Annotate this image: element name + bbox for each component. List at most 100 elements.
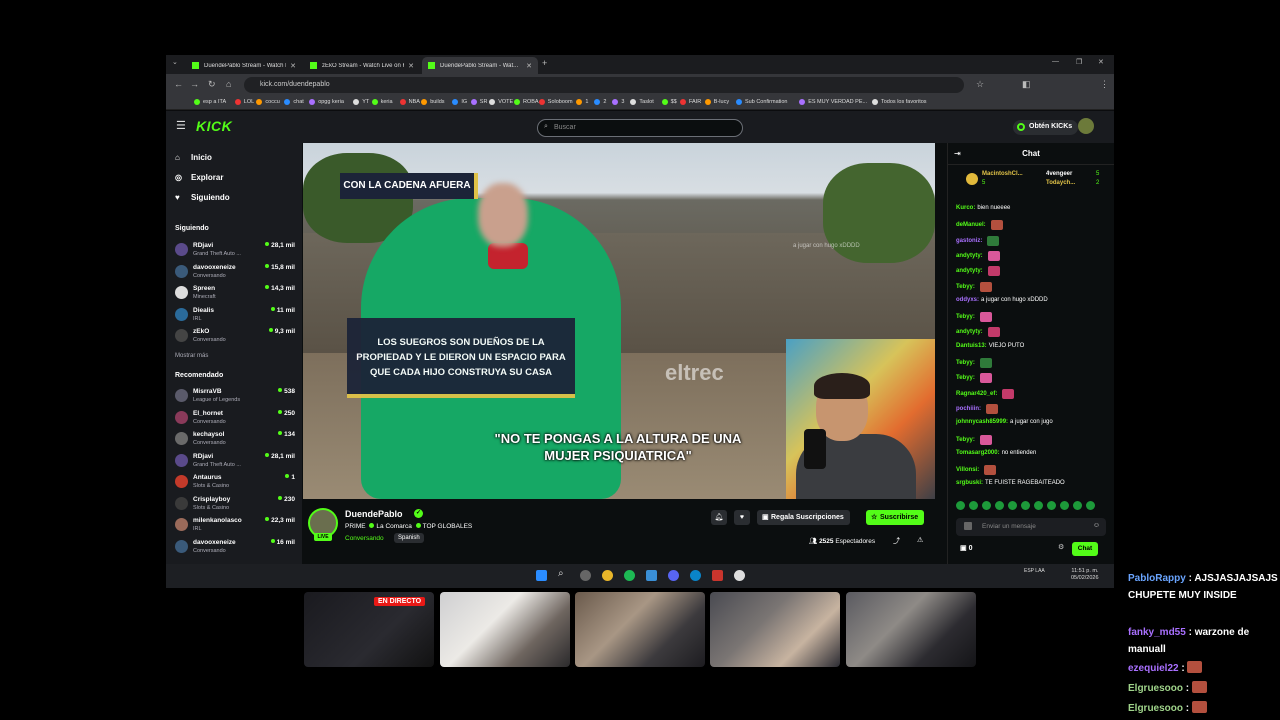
emote-icon[interactable] [995,501,1004,510]
bookmark-item[interactable]: YT [353,99,369,105]
browser-tab-1[interactable]: DuendePablo Stream - Watch L... ✕ [186,57,302,74]
bookmark-item[interactable]: ES MUY VERDAD PE... [799,99,867,105]
extensions-icon[interactable]: ◧ [1022,79,1031,90]
browser-tab-2[interactable]: zEkO Stream - Watch Live on K... ✕ [304,57,420,74]
get-kicks-button[interactable]: Obtén KICKs [1013,120,1079,135]
emote-icon[interactable] [1086,501,1095,510]
language-tag[interactable]: Spanish [394,533,424,543]
emote-icon[interactable] [956,501,965,510]
sidebar-channel[interactable]: davooxeneize Conversando 16 mil [175,538,295,558]
bookmark-item[interactable]: ROBA [514,99,539,105]
chat-username[interactable]: pochiiin: [956,406,981,412]
sidebar-channel[interactable]: Crisplayboy Slots & Casino 230 [175,495,295,515]
emote-icon[interactable] [1060,501,1069,510]
user-avatar[interactable] [1078,118,1094,134]
nav-explore[interactable]: ◎ Explorar [175,173,223,182]
chat-username[interactable]: Ragnar420_ef: [956,391,997,397]
chat-settings-icon[interactable]: ⚙ [1058,543,1064,551]
close-icon[interactable]: ✕ [290,62,296,70]
chrome-icon[interactable] [602,570,613,581]
minimize-icon[interactable]: — [1052,58,1059,65]
close-icon[interactable]: ✕ [408,62,414,70]
kick-logo[interactable]: KICK [196,118,232,134]
chat-username[interactable]: deManuel: [956,222,986,228]
bookmark-item[interactable]: $$ [661,99,677,105]
chat-username[interactable]: johnnycash85999: [956,419,1008,425]
chat-username[interactable]: andytyty: [956,329,983,335]
subscribe-button[interactable]: ☆ Suscribirse [866,510,925,525]
video-player[interactable]: eltrec a jugar con hugo xDDDD CON LA CAD… [303,143,935,499]
app-icon[interactable] [646,570,657,581]
share-icon[interactable]: ⤴ [893,536,900,546]
emote-icon[interactable] [1047,501,1056,510]
emote-icon[interactable] [1021,501,1030,510]
chat-username[interactable]: Villonsi: [956,467,979,473]
discord-icon[interactable] [668,570,679,581]
browser-tab-3-active[interactable]: DuendePablo Stream - Wat... ✕ [422,57,538,74]
emoji-picker-icon[interactable]: ☺ [1093,522,1100,529]
bookmark-star-icon[interactable]: ☆ [976,79,984,90]
bookmark-item[interactable]: builds [421,99,445,105]
chat-username[interactable]: Tomasarg2000: [956,450,1000,456]
steam-icon[interactable] [580,570,591,581]
sidebar-channel[interactable]: RDjavi Grand Theft Auto ... 28,1 mil [175,452,295,472]
emote-icon[interactable] [1034,501,1043,510]
emote-icon[interactable] [1008,501,1017,510]
bookmark-item[interactable]: Sub Confirmation [736,99,788,105]
chat-username[interactable]: Tebyy: [956,284,975,290]
system-clock[interactable]: 11:51 p. m. 05/02/2026 [1071,568,1099,582]
bookmark-item[interactable]: esp a ITA [194,99,226,105]
chat-username[interactable]: srgbuski: [956,480,983,486]
windows-start-icon[interactable] [536,570,547,581]
report-icon[interactable]: ⚠ [917,536,923,544]
chat-send-button[interactable]: Chat [1072,542,1098,556]
close-icon[interactable]: ✕ [526,62,532,70]
nav-following[interactable]: ♥ Siguiendo [175,193,230,202]
chat-message-input[interactable]: Enviar un mensaje ☺ [956,518,1106,536]
edge-icon[interactable] [690,570,701,581]
bookmark-item[interactable]: SR [470,99,487,105]
search-icon[interactable]: ⌕ [558,568,569,579]
home-icon[interactable]: ⌂ [226,79,231,89]
bookmark-item[interactable]: chat [284,99,304,105]
emote-icon[interactable] [969,501,978,510]
sidebar-channel[interactable]: kechaysol Conversando 134 [175,430,295,450]
obs-icon[interactable] [734,570,745,581]
nav-home[interactable]: ⌂ Inicio [175,153,212,162]
sidebar-channel[interactable]: Spreen Minecraft 14,3 mil [175,284,295,304]
sidebar-channel[interactable]: milenkanolasco IRL 22,3 mil [175,516,295,536]
maximize-icon[interactable]: ❐ [1076,58,1082,66]
window-close-icon[interactable]: ✕ [1098,58,1104,66]
forward-icon[interactable]: → [190,79,199,89]
bookmark-item[interactable]: Soloboom [538,99,573,105]
sidebar-channel[interactable]: Diealis IRL 11 mil [175,306,295,326]
menu-dots-icon[interactable]: ⋮ [1100,79,1109,90]
app-icon[interactable] [712,570,723,581]
back-icon[interactable]: ← [174,79,183,89]
stream-category-link[interactable]: Conversando [345,535,384,542]
new-tab-icon[interactable]: + [542,58,547,68]
bookmark-item[interactable]: FAIR [680,99,701,105]
gift-subs-button[interactable]: ▣ Regala Suscripciones [757,510,850,525]
chat-username[interactable]: oddyxs: [956,297,979,303]
chat-username[interactable]: andytyty: [956,253,983,259]
search-input[interactable]: ⌕ Buscar [537,119,743,137]
bookmark-item[interactable]: VOTE [489,99,513,105]
reload-icon[interactable]: ↻ [208,79,216,90]
show-more-link[interactable]: Mostrar más [175,353,208,359]
bookmark-item[interactable]: 3 [612,99,624,105]
bookmark-item[interactable]: Taslot [630,99,654,105]
follow-heart-button[interactable]: ♥ [734,510,750,525]
bookmark-item[interactable]: B-lucy [704,99,729,105]
chat-username[interactable]: Tebyy: [956,360,975,366]
streamer-name[interactable]: DuendePablo [345,509,403,519]
hamburger-menu-icon[interactable]: ☰ [176,119,186,132]
chat-username[interactable]: andytyty: [956,268,983,274]
chat-username[interactable]: Dantuis13: [956,343,987,349]
bookmark-item[interactable]: 2 [594,99,606,105]
bookmark-item[interactable]: Todos los favoritos [872,99,927,105]
chat-username[interactable]: Tebyy: [956,437,975,443]
chat-username[interactable]: Tebyy: [956,375,975,381]
sidebar-channel[interactable]: RDjavi Grand Theft Auto ... 28,1 mil [175,241,295,261]
bookmark-item[interactable]: NBA [399,99,420,105]
